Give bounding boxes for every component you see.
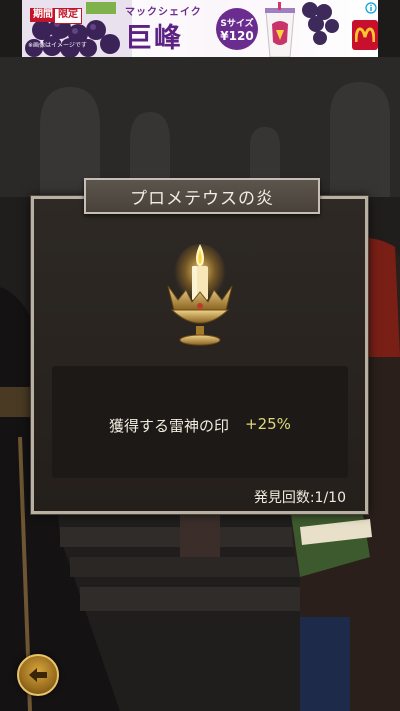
ad-flavor: 巨峰 bbox=[125, 23, 183, 54]
ad-tag-period: 期間 bbox=[30, 8, 56, 22]
ad-note: ※画像はイメージです bbox=[28, 42, 87, 49]
discovery-count: 発見回数:1/10 bbox=[253, 490, 346, 506]
title-plate: プロメテウスの炎 bbox=[84, 178, 320, 214]
ad-price: ¥120 bbox=[220, 29, 254, 43]
item-title: プロメテウスの炎 bbox=[130, 188, 274, 209]
ad-banner[interactable]: 期間 限定 ※画像はイメージです マックシェイク 巨峰 Sサイズ ¥120 bbox=[22, 0, 378, 57]
back-button[interactable] bbox=[17, 654, 59, 696]
mcdonalds-logo-icon bbox=[352, 20, 378, 50]
candle-icon bbox=[167, 244, 233, 346]
ad-tag-limited: 限定 bbox=[54, 8, 82, 24]
ad-price-badge: Sサイズ ¥120 bbox=[216, 8, 258, 50]
info-icon[interactable] bbox=[365, 2, 377, 14]
grapes-image-right bbox=[302, 2, 339, 45]
back-arrow-icon bbox=[29, 668, 47, 682]
ad-size: Sサイズ bbox=[220, 19, 254, 29]
effect-value: +25% bbox=[245, 415, 291, 433]
effect-label: 獲得する雷神の印 bbox=[109, 417, 230, 435]
